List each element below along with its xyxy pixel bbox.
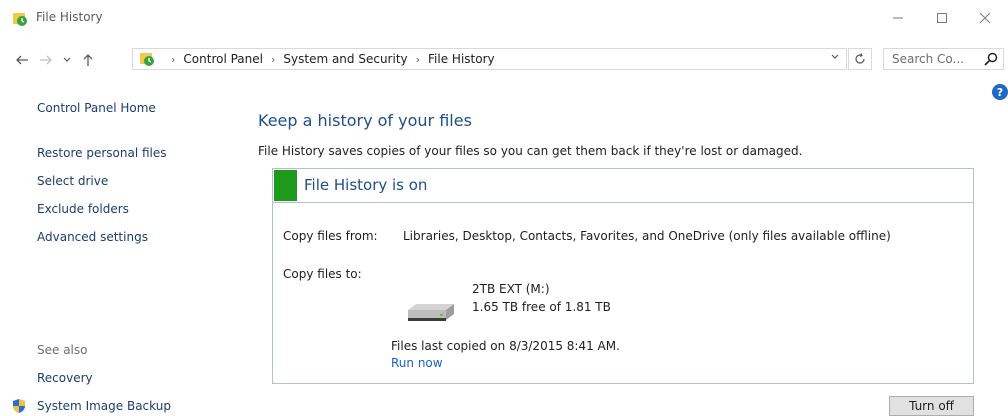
control-panel-icon	[140, 53, 154, 66]
restore-personal-files-link[interactable]: Restore personal files	[37, 146, 167, 160]
breadcrumb-control-panel[interactable]: Control Panel	[183, 52, 263, 66]
forward-button[interactable]	[36, 48, 56, 72]
breadcrumb-system-and-security[interactable]: System and Security	[283, 52, 407, 66]
hard-drive-icon	[408, 304, 454, 321]
recent-locations-button[interactable]	[60, 48, 74, 72]
shield-icon	[13, 399, 25, 413]
search-input[interactable]: Search Co...	[883, 48, 1004, 70]
search-placeholder: Search Co...	[892, 52, 964, 66]
see-also-heading: See also	[37, 343, 88, 357]
status-indicator	[274, 170, 297, 201]
help-icon[interactable]: ?	[992, 84, 1008, 100]
drive-name: 2TB EXT (M:)	[472, 282, 550, 296]
maximize-button[interactable]	[919, 0, 965, 36]
status-title: File History is on	[304, 176, 428, 194]
minimize-icon	[893, 17, 903, 19]
breadcrumb-separator-icon: ›	[171, 52, 176, 66]
search-icon	[984, 52, 998, 66]
address-dropdown-button[interactable]	[830, 52, 840, 65]
close-button[interactable]	[962, 0, 1008, 36]
arrow-right-icon	[40, 55, 52, 65]
window-title: File History	[36, 10, 103, 24]
exclude-folders-link[interactable]: Exclude folders	[37, 202, 129, 216]
status-header: File History is on	[273, 169, 973, 203]
copy-from-value: Libraries, Desktop, Contacts, Favorites,…	[403, 229, 891, 243]
last-copied-text: Files last copied on 8/3/2015 8:41 AM.	[391, 339, 620, 353]
back-button[interactable]	[12, 48, 32, 72]
breadcrumb-file-history[interactable]: File History	[428, 52, 495, 66]
run-now-link[interactable]: Run now	[391, 356, 443, 370]
page-title: Keep a history of your files	[258, 111, 472, 130]
arrow-left-icon	[16, 55, 28, 65]
maximize-icon	[937, 13, 947, 23]
close-icon	[979, 12, 991, 24]
advanced-settings-link[interactable]: Advanced settings	[37, 230, 148, 244]
turn-off-button[interactable]: Turn off	[889, 396, 974, 416]
navigation-bar: › Control Panel › System and Security › …	[0, 44, 1008, 76]
up-button[interactable]	[78, 48, 98, 72]
copy-from-label: Copy files from:	[283, 229, 378, 243]
file-history-icon	[13, 13, 27, 26]
copy-to-label: Copy files to:	[283, 267, 362, 281]
status-panel: File History is on	[272, 168, 974, 384]
breadcrumb-separator-icon[interactable]: ›	[416, 53, 420, 66]
select-drive-link[interactable]: Select drive	[37, 174, 108, 188]
control-panel-home-link[interactable]: Control Panel Home	[37, 101, 156, 115]
address-bar[interactable]: › Control Panel › System and Security › …	[132, 48, 847, 70]
refresh-button[interactable]	[848, 48, 872, 70]
minimize-button[interactable]	[875, 0, 921, 36]
chevron-down-icon	[831, 54, 839, 59]
refresh-icon	[855, 53, 865, 64]
title-bar: File History	[0, 0, 1008, 36]
system-image-backup-link[interactable]: System Image Backup	[37, 399, 171, 413]
arrow-up-icon	[83, 54, 93, 66]
recovery-link[interactable]: Recovery	[37, 371, 93, 385]
breadcrumb-separator-icon[interactable]: ›	[271, 53, 275, 66]
page-description: File History saves copies of your files …	[258, 144, 803, 158]
chevron-down-icon	[63, 57, 71, 62]
drive-space: 1.65 TB free of 1.81 TB	[472, 300, 611, 314]
